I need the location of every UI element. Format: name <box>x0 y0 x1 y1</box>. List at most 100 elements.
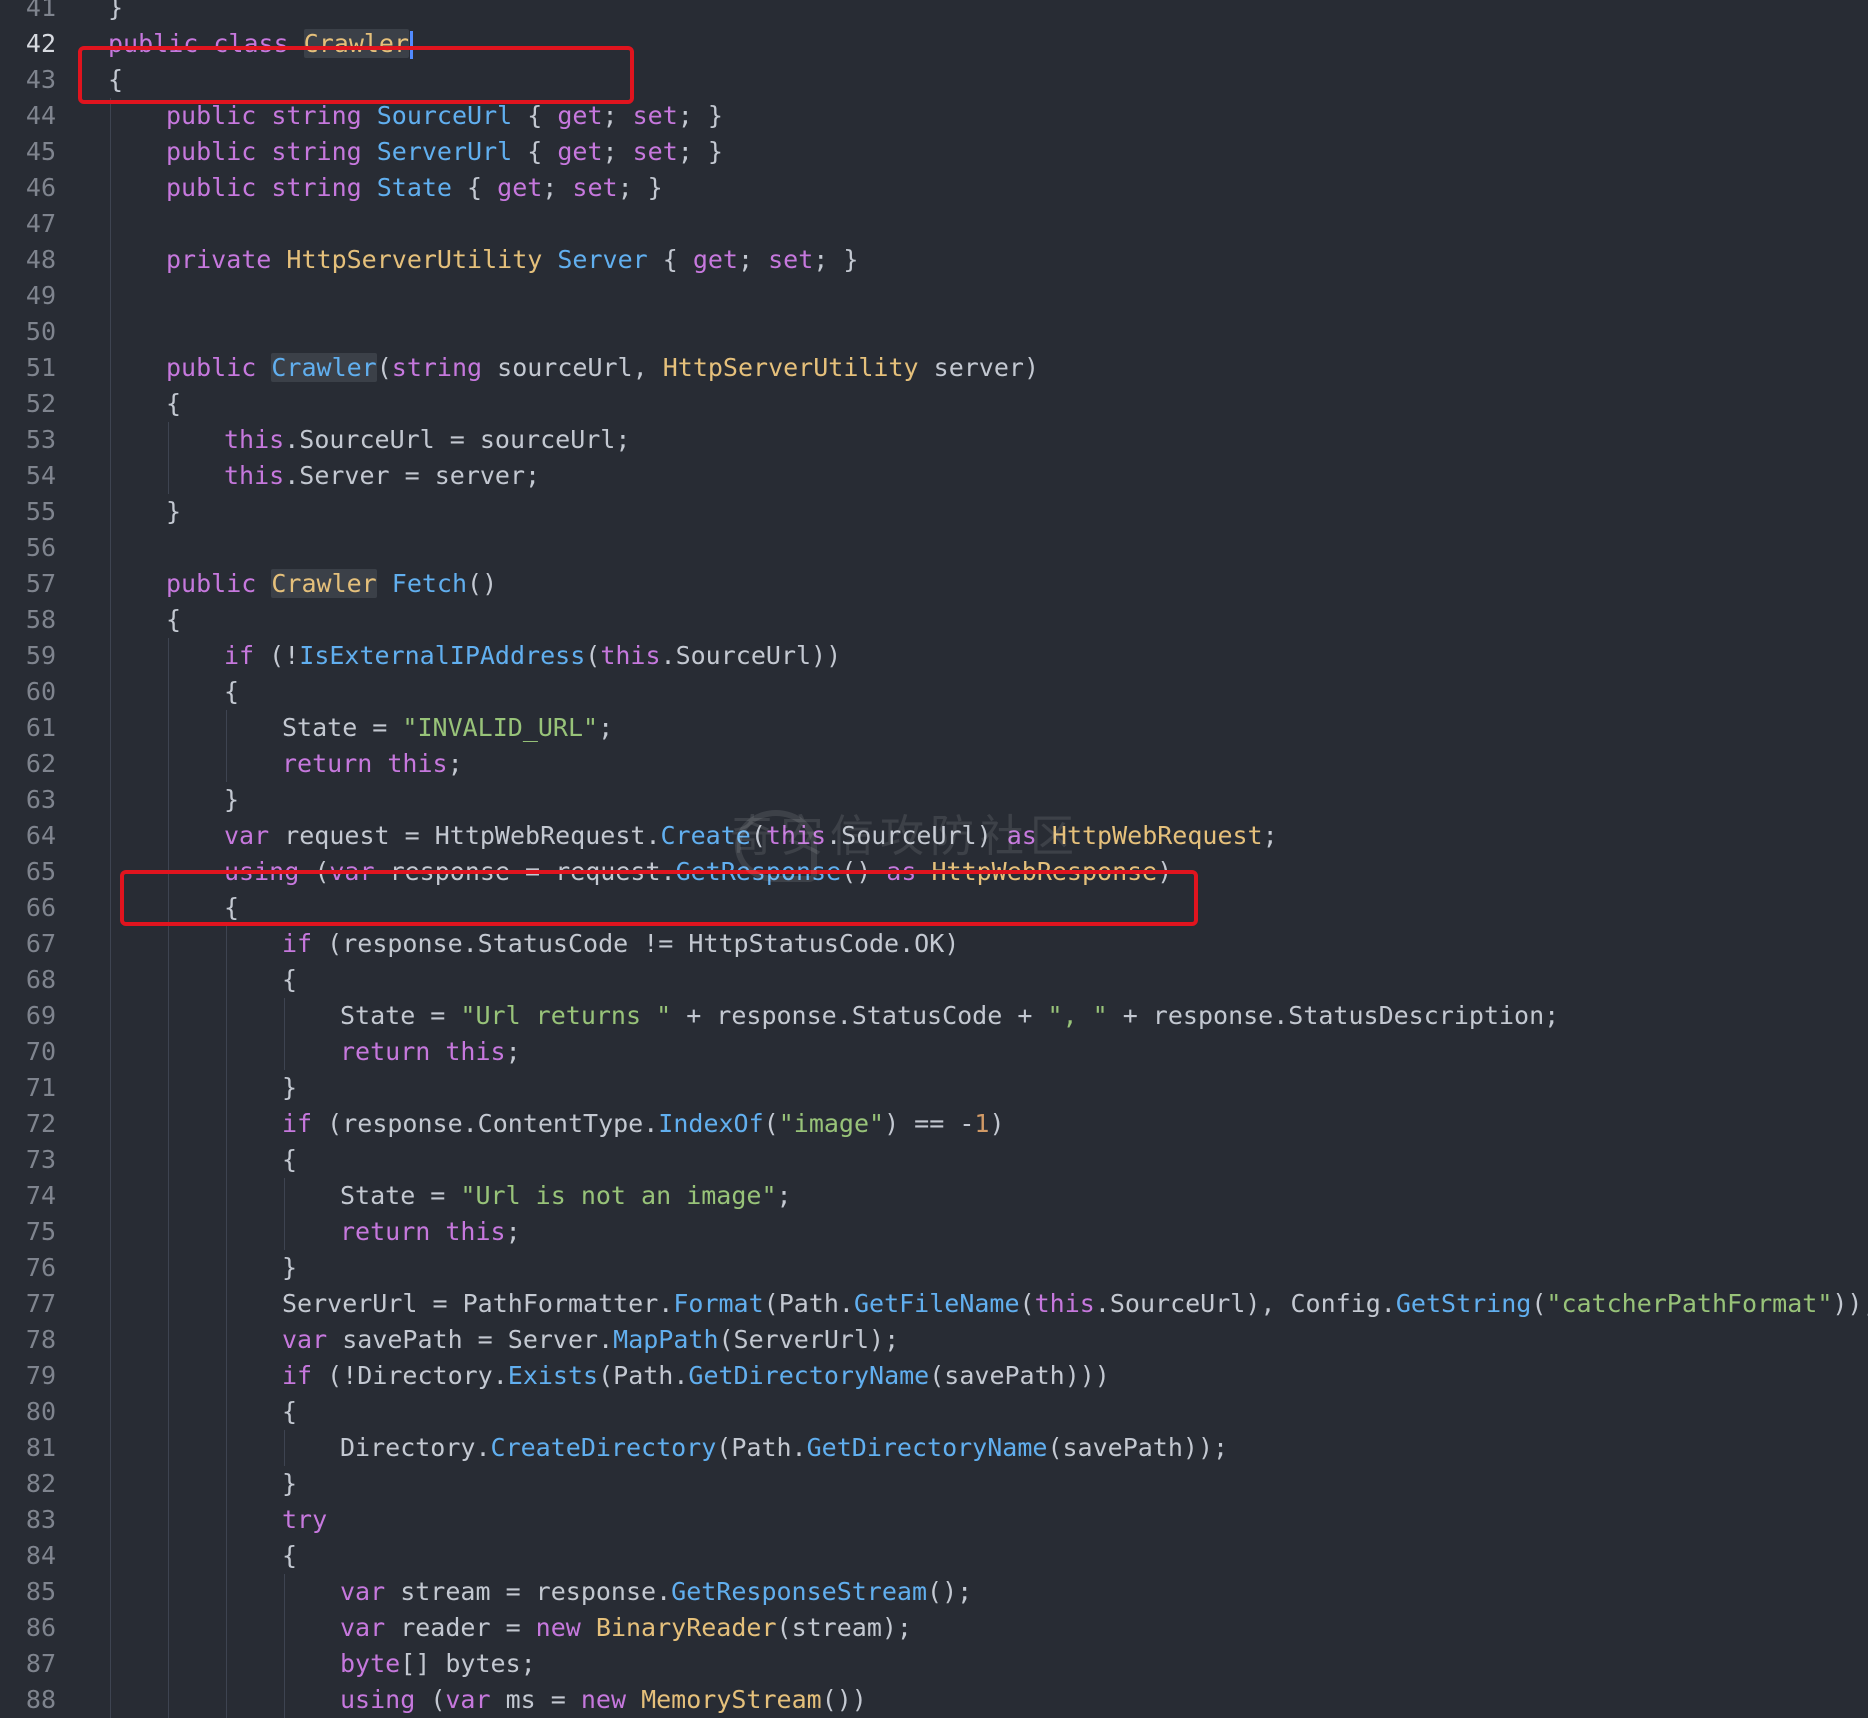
line-number: 46 <box>25 173 56 202</box>
code-text: State = "Url returns " + response.Status… <box>340 998 1559 1034</box>
code-line[interactable]: 41} <box>0 0 1868 26</box>
indent-guide <box>168 1250 169 1286</box>
line-number: 80 <box>25 1397 56 1426</box>
code-token: { <box>166 389 182 418</box>
code-token: return this <box>340 1037 506 1066</box>
code-line[interactable]: 69 State = "Url returns " + response.Stat… <box>0 998 1868 1034</box>
code-line[interactable]: 84 { <box>0 1538 1868 1574</box>
line-number: 65 <box>25 857 56 886</box>
code-line[interactable]: 82} <box>0 1466 1868 1502</box>
code-line[interactable]: 49 <box>0 278 1868 314</box>
code-line[interactable]: 56 <box>0 530 1868 566</box>
indent-guide <box>168 782 169 818</box>
indent-guide <box>110 1142 111 1178</box>
code-line[interactable]: 83 try <box>0 1502 1868 1538</box>
code-token: new <box>535 1613 596 1642</box>
code-line[interactable]: 53 this.SourceUrl = sourceUrl; <box>0 422 1868 458</box>
code-line[interactable]: 60 { <box>0 674 1868 710</box>
indent-guide <box>110 854 111 890</box>
indent-guide <box>168 1646 169 1682</box>
indent-guide <box>168 710 169 746</box>
code-token: } <box>282 1073 298 1102</box>
code-text: return this; <box>340 1034 521 1070</box>
code-token: ; } <box>813 245 859 274</box>
code-line[interactable]: 59 if (!IsExternalIPAddress(this.SourceUr… <box>0 638 1868 674</box>
code-line[interactable]: 87 byte[] bytes; <box>0 1646 1868 1682</box>
code-line[interactable]: 46 public string State { get; set; } <box>0 170 1868 206</box>
code-token: 1 <box>974 1109 990 1138</box>
code-token: private <box>166 245 287 274</box>
code-token: } <box>282 1253 298 1282</box>
code-token: reader = <box>385 1613 536 1642</box>
code-token: Crawler <box>271 353 377 382</box>
code-line[interactable]: 55} <box>0 494 1868 530</box>
code-line[interactable]: 71} <box>0 1070 1868 1106</box>
code-line[interactable]: 75 return this; <box>0 1214 1868 1250</box>
code-line[interactable]: 61 State = "INVALID_URL"; <box>0 710 1868 746</box>
indent-guide <box>110 1106 111 1142</box>
code-line[interactable]: 50 <box>0 314 1868 350</box>
code-token: ( <box>1019 1289 1035 1318</box>
indent-guide <box>168 926 169 962</box>
indent-guide <box>226 1610 227 1646</box>
code-line[interactable]: 62 return this; <box>0 746 1868 782</box>
code-line[interactable]: 47 <box>0 206 1868 242</box>
code-token: ServerUrl = PathFormatter. <box>282 1289 674 1318</box>
code-token: try <box>282 1505 328 1534</box>
code-token: ; <box>1262 821 1278 850</box>
code-line[interactable]: 48 private HttpServerUtility Server { get… <box>0 242 1868 278</box>
indent-guide <box>110 386 111 422</box>
code-token: sourceUrl, <box>482 353 663 382</box>
code-text: public Crawler Fetch() <box>166 566 497 602</box>
indent-guide <box>226 1574 227 1610</box>
code-text: using (var ms = new MemoryStream()) <box>340 1682 867 1718</box>
line-number: 86 <box>25 1613 56 1642</box>
indent-guide <box>110 1538 111 1574</box>
code-token: "INVALID_URL" <box>402 713 599 742</box>
line-number: 47 <box>25 209 56 238</box>
code-line[interactable]: 76} <box>0 1250 1868 1286</box>
indent-guide <box>284 1178 285 1214</box>
code-token: savePath = Server. <box>327 1325 614 1354</box>
indent-guide <box>226 1322 227 1358</box>
code-token: Exists <box>507 1361 599 1390</box>
code-line[interactable]: 68 { <box>0 962 1868 998</box>
line-number: 55 <box>25 497 56 526</box>
code-line[interactable]: 73 { <box>0 1142 1868 1178</box>
indent-guide <box>168 1502 169 1538</box>
code-token: ; <box>505 1037 521 1066</box>
code-line[interactable]: 67 if (response.StatusCode != HttpStatusC… <box>0 926 1868 962</box>
code-token: this <box>600 641 661 670</box>
code-line[interactable]: 52 { <box>0 386 1868 422</box>
code-line[interactable]: 70 return this; <box>0 1034 1868 1070</box>
code-token: get <box>692 245 738 274</box>
code-line[interactable]: 86 var reader = new BinaryReader(stream); <box>0 1610 1868 1646</box>
indent-guide <box>110 710 111 746</box>
code-token: State = <box>282 713 403 742</box>
line-number: 60 <box>25 677 56 706</box>
code-token: GetDirectoryName <box>688 1361 930 1390</box>
code-line[interactable]: 81 Directory.CreateDirectory(Path.GetDire… <box>0 1430 1868 1466</box>
code-text: this.Server = server; <box>224 458 540 494</box>
indent-guide <box>168 962 169 998</box>
code-token: ( <box>1531 1289 1547 1318</box>
code-token: } <box>108 0 124 22</box>
code-line[interactable]: 74 State = "Url is not an image"; <box>0 1178 1868 1214</box>
code-line[interactable]: 85 var stream = response.GetResponseStrea… <box>0 1574 1868 1610</box>
code-line[interactable]: 78 var savePath = Server.MapPath(ServerUr… <box>0 1322 1868 1358</box>
code-line[interactable]: 88 using (var ms = new MemoryStream()) <box>0 1682 1868 1718</box>
code-line[interactable]: 72 if (response.ContentType.IndexOf("imag… <box>0 1106 1868 1142</box>
code-line[interactable]: 54 this.Server = server; <box>0 458 1868 494</box>
code-token: (savePath)); <box>1047 1433 1229 1462</box>
code-token: BinaryReader <box>595 1613 777 1642</box>
code-line[interactable]: 45 public string ServerUrl { get; set; } <box>0 134 1868 170</box>
highlight-box-class-declaration <box>78 46 634 104</box>
code-line[interactable]: 80 { <box>0 1394 1868 1430</box>
indent-guide <box>110 1034 111 1070</box>
code-line[interactable]: 79 if (!Directory.Exists(Path.GetDirector… <box>0 1358 1868 1394</box>
code-line[interactable]: 77 ServerUrl = PathFormatter.Format(Path.… <box>0 1286 1868 1322</box>
code-line[interactable]: 51 public Crawler(string sourceUrl, HttpS… <box>0 350 1868 386</box>
code-line[interactable]: 58 { <box>0 602 1868 638</box>
code-line[interactable]: 57 public Crawler Fetch() <box>0 566 1868 602</box>
